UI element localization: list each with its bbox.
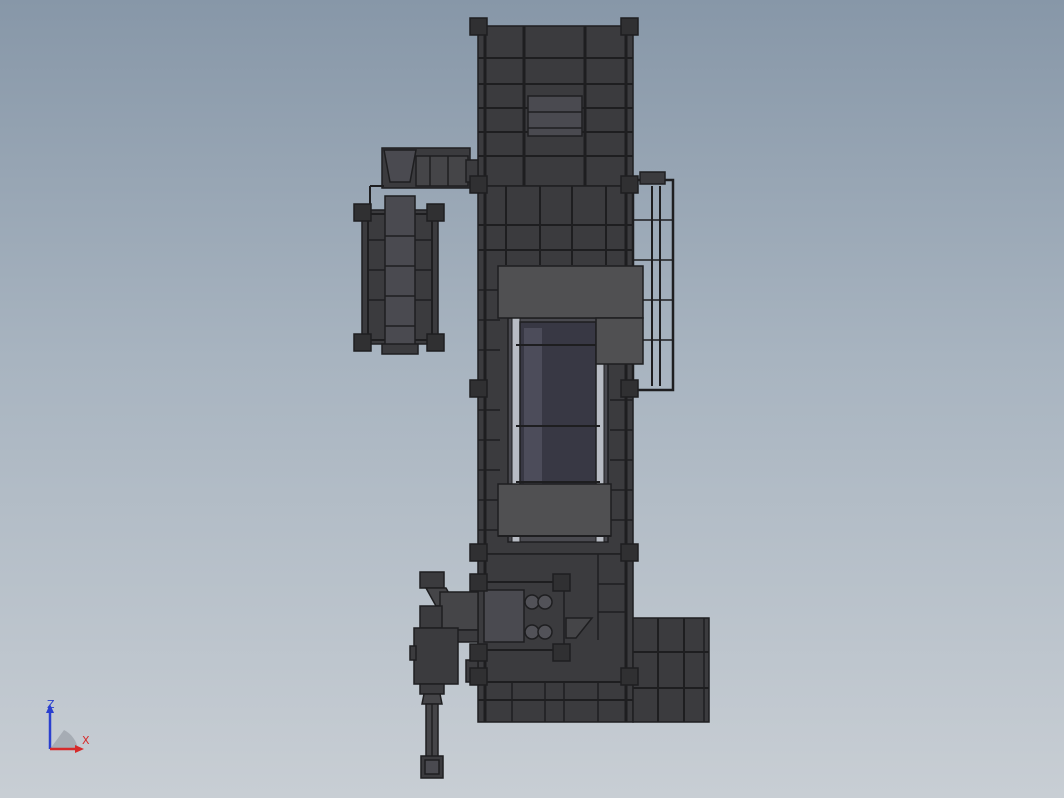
bottom-right-box[interactable] bbox=[632, 617, 710, 723]
x-axis-label: X bbox=[82, 734, 90, 747]
top-frame[interactable] bbox=[477, 25, 634, 187]
graphics-viewport[interactable]: Z X bbox=[0, 0, 1064, 798]
triad-xy-plane bbox=[50, 730, 78, 749]
z-axis-label: Z bbox=[47, 698, 55, 711]
cad-model[interactable] bbox=[0, 0, 1064, 798]
left-feeder-unit[interactable] bbox=[361, 147, 479, 355]
